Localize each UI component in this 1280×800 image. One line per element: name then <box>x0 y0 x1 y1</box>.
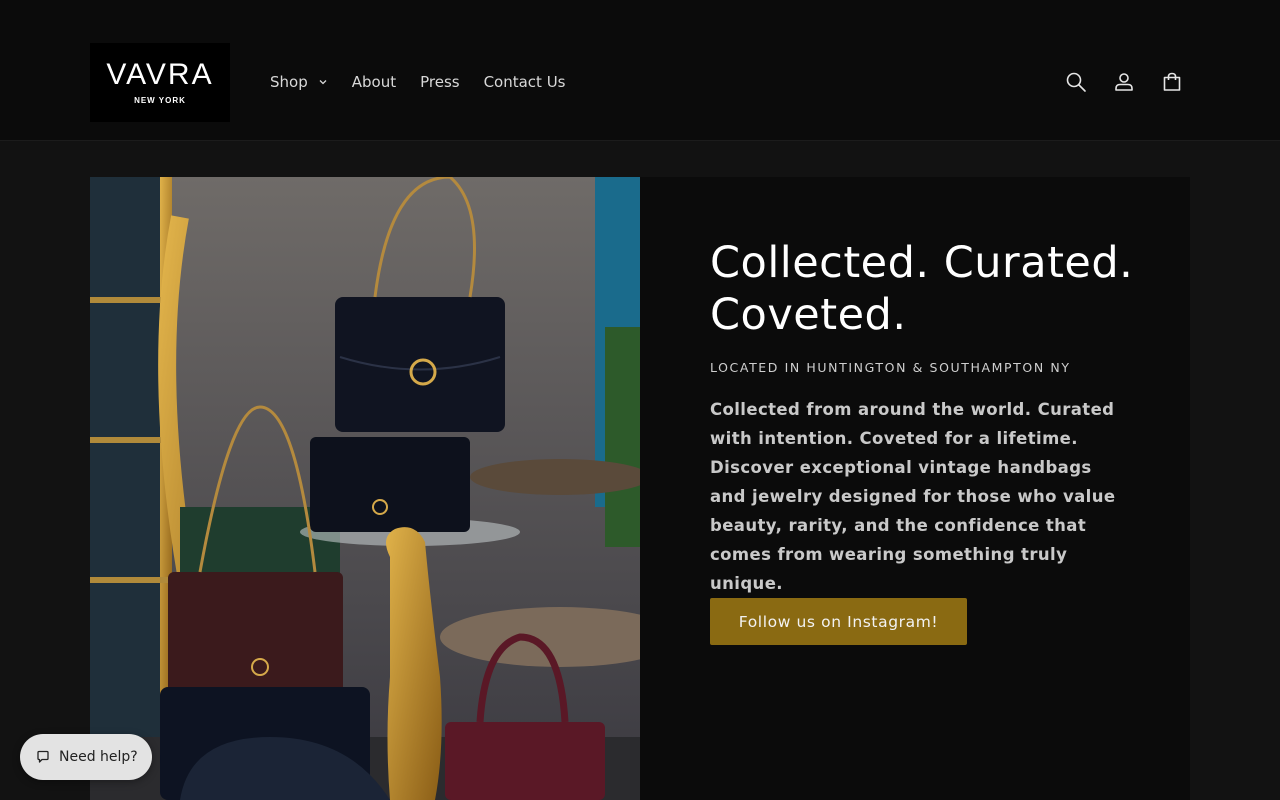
handbag-display-photo <box>90 177 640 800</box>
search-button[interactable] <box>1054 60 1098 104</box>
logo-subtitle: NEW YORK <box>134 96 186 105</box>
nav-item-label: Press <box>420 73 460 91</box>
nav-item-press[interactable]: Press <box>408 73 471 91</box>
hero-title-line2: Coveted. <box>710 290 907 340</box>
hero-description: Collected from around the world. Curated… <box>710 400 1116 593</box>
hero-title: Collected. Curated. Coveted. <box>710 237 1150 341</box>
header-actions <box>1054 60 1194 104</box>
search-icon <box>1066 72 1086 92</box>
site-header: VAVRA NEW YORK Shop About Press Contact … <box>0 0 1280 141</box>
chat-bubble-icon <box>37 750 49 763</box>
nav-item-label: Contact Us <box>483 73 566 91</box>
chevron-down-icon <box>319 80 327 85</box>
nav-item-about[interactable]: About <box>340 73 408 91</box>
nav-item-label: Shop <box>270 73 308 91</box>
hero-image <box>90 177 640 800</box>
brand-logo[interactable]: VAVRA NEW YORK <box>90 43 230 122</box>
nav-item-shop[interactable]: Shop <box>258 73 340 91</box>
hero-content: Collected. Curated. Coveted. LOCATED IN … <box>640 177 1190 800</box>
cart-button[interactable] <box>1150 60 1194 104</box>
main-nav: Shop About Press Contact Us <box>258 70 578 94</box>
need-help-label: Need help? <box>59 749 138 765</box>
need-help-button[interactable]: Need help? <box>20 734 152 780</box>
account-icon <box>1115 73 1133 91</box>
nav-item-label: About <box>351 73 397 91</box>
hero-location: LOCATED IN HUNTINGTON & SOUTHAMPTON NY <box>710 360 1071 375</box>
cart-icon <box>1163 72 1181 91</box>
account-button[interactable] <box>1102 60 1146 104</box>
logo-wordmark: VAVRA <box>106 58 214 91</box>
instagram-follow-button[interactable]: Follow us on Instagram! <box>710 598 967 645</box>
nav-item-contact[interactable]: Contact Us <box>472 73 578 91</box>
hero-title-line1: Collected. Curated. <box>710 238 1134 288</box>
